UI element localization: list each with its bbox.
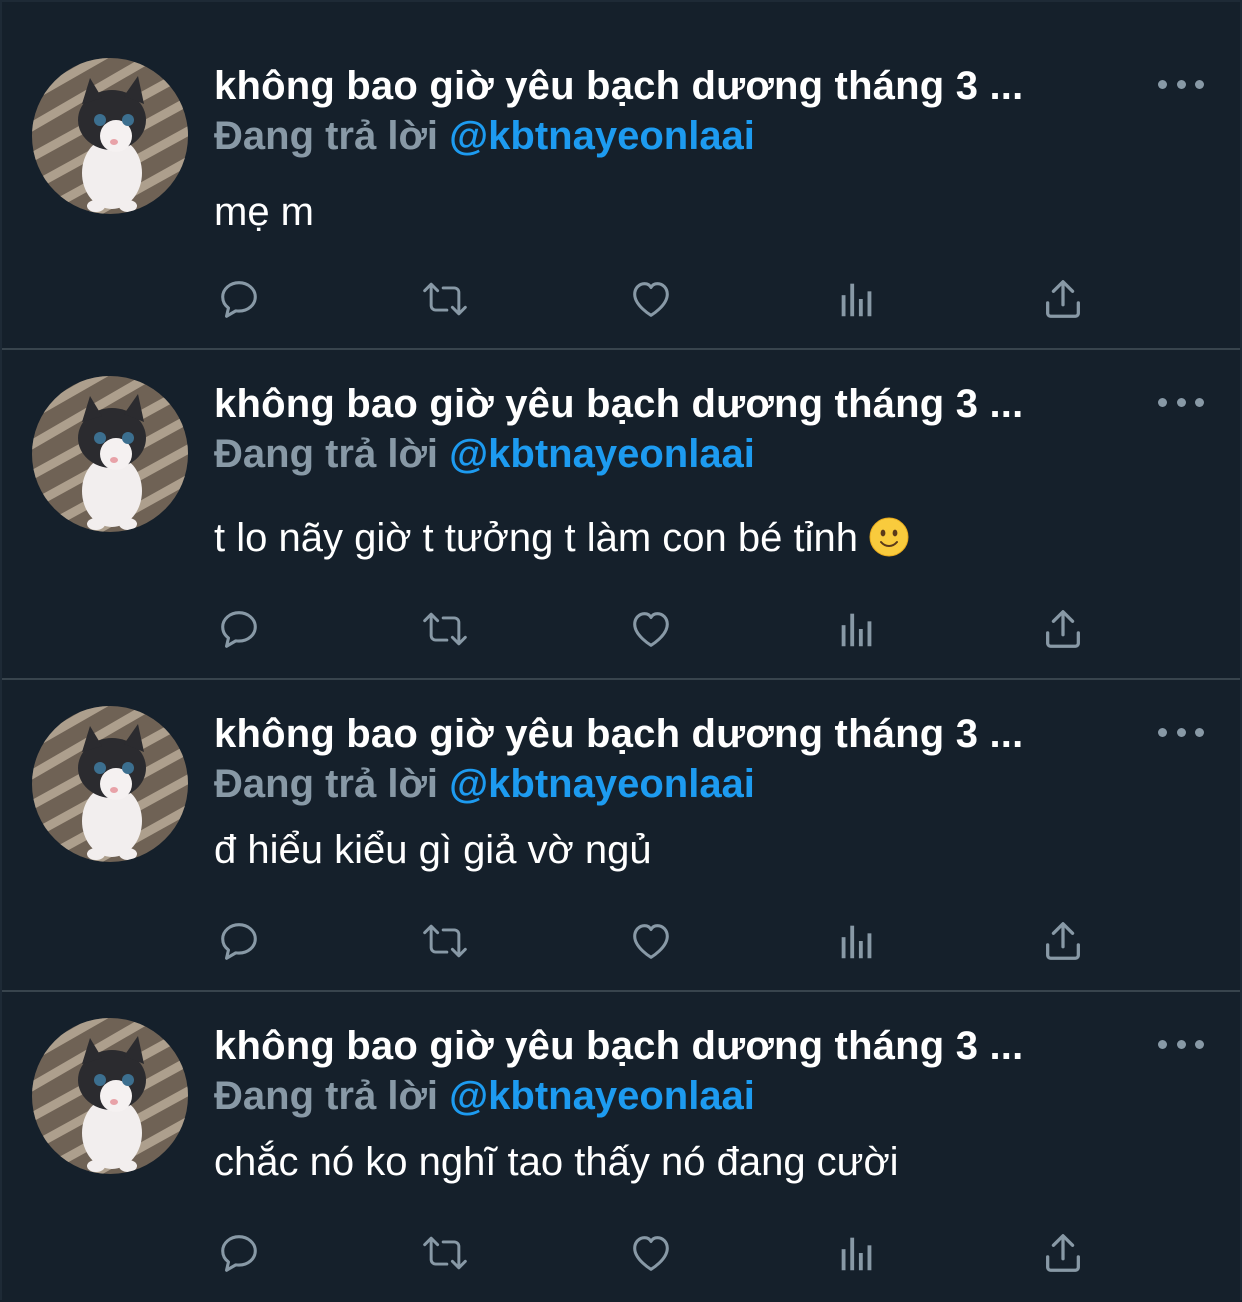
display-name[interactable]: không bao giờ yêu bạch dương tháng 3 ... [214,380,1134,428]
display-name[interactable]: không bao giờ yêu bạch dương tháng 3 ... [214,710,1134,758]
reply-handle-link[interactable]: @kbtnayeonlaai [449,762,755,806]
share-icon[interactable] [1038,1228,1088,1278]
slightly-smiling-face-icon [869,517,909,557]
reply-prefix: Đang trả lời [214,114,439,158]
reply-context: Đang trả lời @kbtnayeonlaai [214,430,755,478]
tweet-text-content: chắc nó ko nghĩ tao thấy nó đang cười [214,1140,899,1184]
tweet-text: chắc nó ko nghĩ tao thấy nó đang cười [214,1138,899,1186]
analytics-icon[interactable] [832,604,882,654]
reply-prefix: Đang trả lời [214,1074,439,1118]
avatar[interactable] [32,376,188,532]
display-name[interactable]: không bao giờ yêu bạch dương tháng 3 ... [214,1022,1134,1070]
retweet-icon[interactable] [420,604,470,654]
analytics-icon[interactable] [832,916,882,966]
tweet[interactable]: không bao giờ yêu bạch dương tháng 3 ...… [2,350,1240,680]
more-icon[interactable] [1158,1032,1204,1056]
retweet-icon[interactable] [420,1228,470,1278]
tweet-text: t lo nãy giờ t tưởng t làm con bé tỉnh [214,514,909,562]
tweet-actions [2,916,1240,966]
tweet-text-content: mẹ m [214,190,314,234]
reply-handle-link[interactable]: @kbtnayeonlaai [449,114,755,158]
reply-icon[interactable] [214,604,264,654]
tweet[interactable]: không bao giờ yêu bạch dương tháng 3 ...… [2,680,1240,992]
reply-icon[interactable] [214,274,264,324]
tweet[interactable]: không bao giờ yêu bạch dương tháng 3 ...… [2,32,1240,350]
reply-context: Đang trả lời @kbtnayeonlaai [214,1072,755,1120]
analytics-icon[interactable] [832,274,882,324]
tweet-text: đ hiểu kiểu gì giả vờ ngủ [214,826,652,874]
more-icon[interactable] [1158,72,1204,96]
reply-icon[interactable] [214,1228,264,1278]
more-icon[interactable] [1158,720,1204,744]
tweet-actions [2,274,1240,324]
retweet-icon[interactable] [420,274,470,324]
display-name[interactable]: không bao giờ yêu bạch dương tháng 3 ... [214,62,1134,110]
tweet[interactable]: không bao giờ yêu bạch dương tháng 3 ...… [2,992,1240,1302]
like-icon[interactable] [626,1228,676,1278]
avatar[interactable] [32,706,188,862]
timeline: không bao giờ yêu bạch dương tháng 3 ...… [0,0,1242,1300]
like-icon[interactable] [626,274,676,324]
tweet-actions [2,1228,1240,1278]
more-icon[interactable] [1158,390,1204,414]
reply-handle-link[interactable]: @kbtnayeonlaai [449,432,755,476]
reply-handle-link[interactable]: @kbtnayeonlaai [449,1074,755,1118]
share-icon[interactable] [1038,916,1088,966]
tweet-text: mẹ m [214,188,314,236]
like-icon[interactable] [626,604,676,654]
reply-context: Đang trả lời @kbtnayeonlaai [214,112,755,160]
analytics-icon[interactable] [832,1228,882,1278]
share-icon[interactable] [1038,274,1088,324]
tweet-actions [2,604,1240,654]
avatar[interactable] [32,1018,188,1174]
reply-icon[interactable] [214,916,264,966]
reply-prefix: Đang trả lời [214,432,439,476]
retweet-icon[interactable] [420,916,470,966]
reply-context: Đang trả lời @kbtnayeonlaai [214,760,755,808]
reply-prefix: Đang trả lời [214,762,439,806]
avatar[interactable] [32,58,188,214]
tweet-text-content: t lo nãy giờ t tưởng t làm con bé tỉnh [214,516,859,560]
tweet-text-content: đ hiểu kiểu gì giả vờ ngủ [214,828,652,872]
share-icon[interactable] [1038,604,1088,654]
like-icon[interactable] [626,916,676,966]
